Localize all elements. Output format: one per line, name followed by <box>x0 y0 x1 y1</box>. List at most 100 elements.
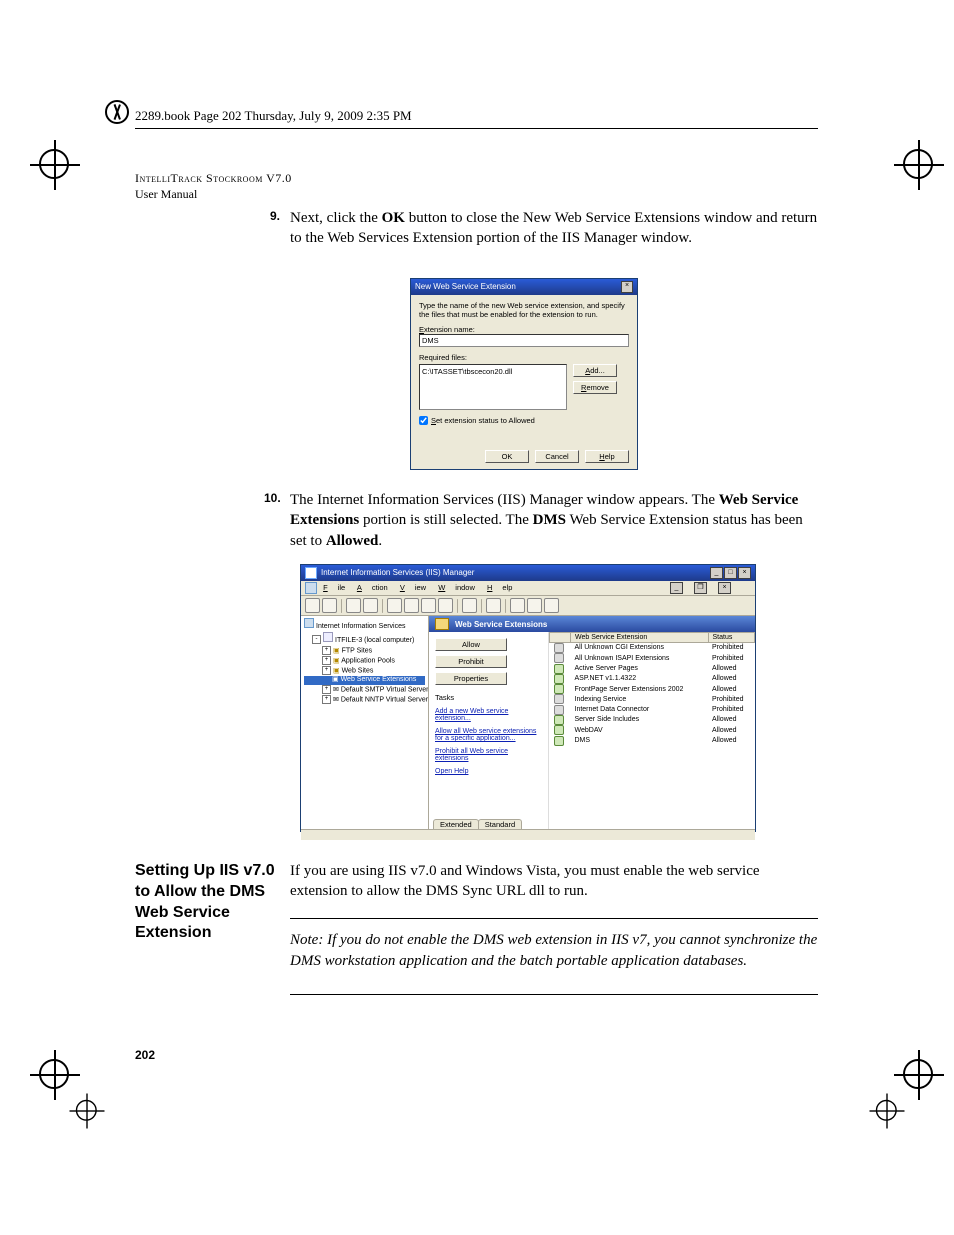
table-row[interactable]: WebDAVAllowed <box>550 725 755 735</box>
menu-action[interactable]: Action <box>357 583 388 592</box>
status-icon <box>554 715 564 725</box>
required-files-list[interactable]: C:\ITASSET\tbscecon20.dll <box>419 364 567 410</box>
menu-help[interactable]: Help <box>487 583 512 592</box>
up-icon[interactable] <box>346 598 361 613</box>
ok-word: OK <box>382 210 405 226</box>
iis-manager-window: Internet Information Services (IIS) Mana… <box>300 564 756 832</box>
close-icon[interactable]: × <box>738 567 751 579</box>
tree-nntp[interactable]: +✉ Default NNTP Virtual Server <box>304 695 425 705</box>
tab-standard[interactable]: Standard <box>478 819 522 829</box>
ok-button[interactable]: OK <box>485 450 529 463</box>
section-heading: Setting Up IIS v7.0 to Allow the DMS Web… <box>135 861 275 944</box>
set-status-checkbox[interactable]: Set extension status to Allowed <box>419 416 629 425</box>
col-web-service-extension[interactable]: Web Service Extension <box>571 633 709 643</box>
cancel-button[interactable]: Cancel <box>535 450 579 463</box>
cell-extension-name: FrontPage Server Extensions 2002 <box>571 684 709 694</box>
help-icon[interactable] <box>462 598 477 613</box>
link-allow-all[interactable]: Allow all Web service extensions for a s… <box>435 728 542 742</box>
tree-computer[interactable]: -ITFILE-3 (local computer) <box>304 632 425 646</box>
add-button[interactable]: Add... <box>573 364 617 377</box>
table-row[interactable]: Server Side IncludesAllowed <box>550 715 755 725</box>
view-tabs[interactable]: ExtendedStandard <box>429 819 525 829</box>
menu-view[interactable]: View <box>400 583 426 592</box>
maximize-icon[interactable]: □ <box>724 567 737 579</box>
close-icon[interactable]: × <box>621 281 633 293</box>
tree-app[interactable]: +▣ Application Pools <box>304 656 425 666</box>
table-row[interactable]: FrontPage Server Extensions 2002Allowed <box>550 684 755 694</box>
stop-icon[interactable] <box>527 598 542 613</box>
pane-header: Web Service Extensions <box>429 616 755 632</box>
play-icon[interactable] <box>510 598 525 613</box>
link-open-help[interactable]: Open Help <box>435 768 542 775</box>
cell-extension-name: Indexing Service <box>571 694 709 704</box>
cell-status: Allowed <box>708 715 754 725</box>
extension-name-input[interactable] <box>419 334 629 347</box>
page-number: 202 <box>135 1048 155 1062</box>
cell-status: Prohibited <box>708 705 754 715</box>
tree-smtp[interactable]: +✉ Default SMTP Virtual Server <box>304 685 425 695</box>
table-row[interactable]: All Unknown ISAPI ExtensionsProhibited <box>550 653 755 663</box>
status-icon <box>554 694 564 704</box>
show-hide-tree-icon[interactable] <box>363 598 378 613</box>
status-icon <box>554 705 564 715</box>
app-icon <box>305 567 317 579</box>
tab-extended[interactable]: Extended <box>433 819 479 829</box>
tree-web[interactable]: +▣ Web Sites <box>304 666 425 676</box>
required-file-entry[interactable]: C:\ITASSET\tbscecon20.dll <box>422 367 564 376</box>
running-head-subtitle: User Manual <box>135 187 197 201</box>
mdi-restore-icon[interactable]: ❐ <box>694 582 707 594</box>
tree-ftp[interactable]: +▣ FTP Sites <box>304 646 425 656</box>
tree-pane[interactable]: Internet Information Services -ITFILE-3 … <box>301 616 429 829</box>
forward-icon[interactable] <box>322 598 337 613</box>
dialog-titlebar[interactable]: New Web Service Extension × <box>411 279 637 295</box>
table-row[interactable]: All Unknown CGI ExtensionsProhibited <box>550 643 755 654</box>
status-bar <box>301 829 755 840</box>
toolbar-separator <box>382 599 383 613</box>
section-intro-paragraph: If you are using IIS v7.0 and Windows Vi… <box>290 861 818 902</box>
status-icon <box>554 684 564 694</box>
pause-icon[interactable] <box>544 598 559 613</box>
set-status-checkbox-input[interactable] <box>419 416 428 425</box>
table-row[interactable]: Internet Data ConnectorProhibited <box>550 705 755 715</box>
properties-icon[interactable] <box>404 598 419 613</box>
export-icon[interactable] <box>438 598 453 613</box>
prohibit-button[interactable]: Prohibit <box>435 655 507 668</box>
mdi-close-icon[interactable]: × <box>718 582 731 594</box>
toolbar-separator <box>457 599 458 613</box>
col-status[interactable]: Status <box>708 633 754 643</box>
iis-icon[interactable] <box>486 598 501 613</box>
allow-button[interactable]: Allow <box>435 638 507 651</box>
toolbar-separator <box>481 599 482 613</box>
table-row[interactable]: ASP.NET v1.1.4322Allowed <box>550 674 755 684</box>
header-rule <box>135 128 818 129</box>
properties-button[interactable]: Properties <box>435 672 507 685</box>
iis-titlebar[interactable]: Internet Information Services (IIS) Mana… <box>301 565 755 581</box>
refresh-icon[interactable] <box>421 598 436 613</box>
table-row[interactable]: Indexing ServiceProhibited <box>550 694 755 704</box>
cell-extension-name: WebDAV <box>571 725 709 735</box>
folder-icon <box>435 618 449 630</box>
cell-extension-name: DMS <box>571 736 709 746</box>
mdi-minimize-icon[interactable]: _ <box>670 582 683 594</box>
link-prohibit-all[interactable]: Prohibit all Web service extensions <box>435 748 542 762</box>
menu-file[interactable]: File <box>323 583 345 592</box>
help-button[interactable]: Help <box>585 450 629 463</box>
link-add-extension[interactable]: Add a new Web service extension... <box>435 708 542 722</box>
delete-icon[interactable] <box>387 598 402 613</box>
cell-extension-name: Server Side Includes <box>571 715 709 725</box>
actions-pane: Allow Prohibit Properties Tasks Add a ne… <box>429 632 549 829</box>
menu-bar[interactable]: File Action View Window Help _ ❐ × <box>301 581 755 596</box>
table-row[interactable]: DMSAllowed <box>550 736 755 746</box>
remove-button[interactable]: Remove <box>573 381 617 394</box>
tree-root[interactable]: Internet Information Services <box>304 618 425 632</box>
menu-window[interactable]: Window <box>438 583 475 592</box>
col-icon[interactable] <box>550 633 571 643</box>
cell-extension-name: ASP.NET v1.1.4322 <box>571 674 709 684</box>
tree-wse[interactable]: ▣ Web Service Extensions <box>304 676 425 685</box>
toolbar-separator <box>505 599 506 613</box>
extensions-table[interactable]: Web Service Extension Status All Unknown… <box>549 632 755 829</box>
minimize-icon[interactable]: _ <box>710 567 723 579</box>
back-icon[interactable] <box>305 598 320 613</box>
table-row[interactable]: Active Server PagesAllowed <box>550 664 755 674</box>
toolbar[interactable] <box>301 596 755 616</box>
